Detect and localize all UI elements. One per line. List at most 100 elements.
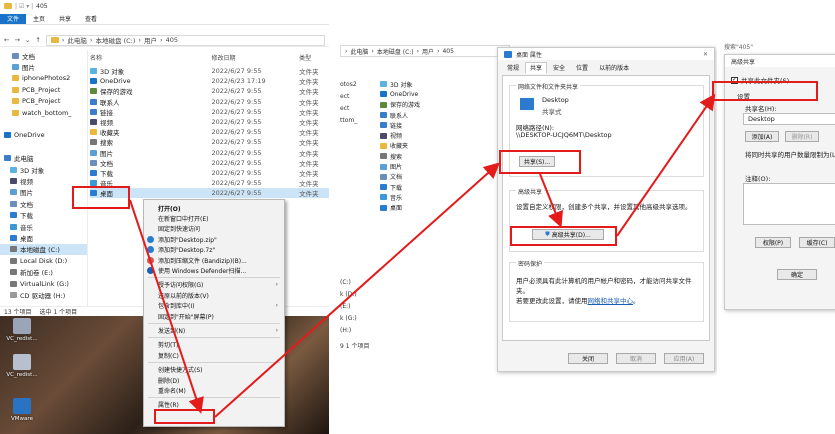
forward-arrow-icon[interactable]: → <box>14 36 19 44</box>
add-button[interactable]: 添加(A) <box>745 131 779 142</box>
up-arrow-icon[interactable]: ↑ <box>35 36 40 44</box>
file-row[interactable]: 3D 对象 <box>380 79 490 89</box>
breadcrumb-this-pc[interactable]: 此电脑 <box>67 35 87 45</box>
menu-item[interactable]: 固定到快速访问 <box>144 224 284 234</box>
cancel-button[interactable]: 取消 <box>616 353 656 364</box>
back-arrow-icon[interactable]: ← <box>4 36 9 44</box>
file-row[interactable]: 下载 2022/6/27 9:55 文件夹 <box>90 168 329 178</box>
sidebar-item[interactable]: 新加卷 (E:) <box>0 266 87 277</box>
recent-chevron-icon[interactable]: ⌄ <box>25 36 30 44</box>
share-name-field[interactable]: Desktop <box>743 113 835 125</box>
remove-button[interactable]: 删除(R) <box>785 131 819 142</box>
close-button[interactable]: 关闭 <box>568 353 608 364</box>
file-row[interactable]: 保存的游戏 <box>380 100 490 110</box>
tab-location[interactable]: 位置 <box>571 62 593 74</box>
menu-item[interactable]: 授予访问权限(G) › <box>144 280 284 290</box>
sidebar-item[interactable]: Local Disk (D:) <box>0 255 87 266</box>
search-box-fragment[interactable]: 搜索"405" <box>724 42 753 51</box>
permissions-button[interactable]: 权限(P) <box>755 237 791 248</box>
file-row[interactable]: 搜索 2022/6/27 9:55 文件夹 <box>90 137 329 147</box>
desktop-icon-vc-redist[interactable]: VC_redist... <box>2 318 42 342</box>
sidebar-item[interactable]: 图片 <box>0 61 87 72</box>
menu-item[interactable]: 删除(D) <box>144 375 284 385</box>
sidebar-item[interactable]: iphonePhotos2 <box>0 73 87 84</box>
menu-item[interactable]: 固定到"开始"屏幕(P) <box>144 311 284 321</box>
desktop-icon-vc-redist-2[interactable]: VC_redist... <box>2 354 42 378</box>
tab-sharing[interactable]: 共享 <box>525 62 548 74</box>
file-row[interactable]: 桌面 <box>380 203 490 213</box>
comments-field[interactable] <box>743 183 835 225</box>
ribbon-tab-share[interactable]: 共享 <box>52 14 78 24</box>
ok-button[interactable]: 确定 <box>777 269 817 280</box>
sidebar-item[interactable]: CD 驱动器 (H:) <box>0 289 87 300</box>
menu-item[interactable]: 重命名(M) <box>144 385 284 395</box>
menu-item[interactable]: 添加到"Desktop.zip" <box>144 234 284 244</box>
sidebar-item[interactable]: PCB_Project <box>0 96 87 107</box>
menu-item[interactable]: 使用 Windows Defender扫描... <box>144 265 284 275</box>
file-row[interactable]: 联系人 2022/6/27 9:55 文件夹 <box>90 97 329 107</box>
column-date[interactable]: 修改日期 <box>211 53 299 63</box>
sidebar-item[interactable]: 下载 <box>0 209 87 220</box>
file-row[interactable]: 3D 对象 2022/6/27 9:55 文件夹 <box>90 66 329 76</box>
ribbon-tab-home[interactable]: 主页 <box>26 14 52 24</box>
breadcrumb-this-pc[interactable]: 此电脑 <box>350 47 368 56</box>
column-name[interactable]: 名称 <box>90 53 211 63</box>
quick-access-toolbar-icon[interactable]: | ☑ ▾ | <box>15 3 33 10</box>
apply-button[interactable]: 应用(A) <box>664 353 704 364</box>
menu-item[interactable]: 打开(O) <box>144 203 284 213</box>
tab-previous-versions[interactable]: 以前的版本 <box>594 62 634 74</box>
address-bar[interactable]: › 此电脑 › 本地磁盘 (C:) › 用户 › 405 <box>45 34 325 46</box>
sidebar-item[interactable]: OneDrive <box>0 130 87 141</box>
file-row[interactable]: 保存的游戏 2022/6/27 9:55 文件夹 <box>90 86 329 96</box>
sidebar-item[interactable]: 桌面 <box>0 232 87 243</box>
tab-security[interactable]: 安全 <box>548 62 570 74</box>
file-row[interactable]: 收藏夹 <box>380 141 490 151</box>
file-row[interactable]: 联系人 <box>380 110 490 120</box>
caching-button[interactable]: 缓存(C) <box>799 237 835 248</box>
sidebar-item[interactable]: 视频 <box>0 175 87 186</box>
sidebar-item[interactable]: VirtualLink (G:) <box>0 278 87 289</box>
file-row[interactable]: 音乐 <box>380 192 490 202</box>
close-icon[interactable]: ✕ <box>703 51 708 58</box>
breadcrumb-c-drive[interactable]: 本地磁盘 (C:) <box>377 47 414 56</box>
sidebar-item[interactable]: 此电脑 <box>0 153 87 164</box>
sidebar-item[interactable]: 3D 对象 <box>0 164 87 175</box>
file-row[interactable]: 图片 2022/6/27 9:55 文件夹 <box>90 148 329 158</box>
file-row[interactable]: 视频 2022/6/27 9:55 文件夹 <box>90 117 329 127</box>
breadcrumb-users[interactable]: 用户 <box>422 47 434 56</box>
file-row[interactable]: 视频 <box>380 130 490 140</box>
menu-item[interactable]: 包含到库中(I) › <box>144 301 284 311</box>
file-row[interactable]: 文档 <box>380 172 490 182</box>
file-row[interactable]: 链接 2022/6/27 9:55 文件夹 <box>90 107 329 117</box>
menu-item[interactable]: 添加到"Desktop.7z" <box>144 245 284 255</box>
breadcrumb-405[interactable]: 405 <box>442 48 453 55</box>
breadcrumb-c-drive[interactable]: 本地磁盘 (C:) <box>96 35 136 45</box>
sidebar-item[interactable]: 文档 <box>0 50 87 61</box>
file-row[interactable]: 收藏夹 2022/6/27 9:55 文件夹 <box>90 127 329 137</box>
ribbon-tab-file[interactable]: 文件 <box>0 14 27 24</box>
menu-item[interactable]: 还原以前的版本(V) <box>144 290 284 300</box>
breadcrumb-users[interactable]: 用户 <box>144 35 157 45</box>
breadcrumb-405[interactable]: 405 <box>166 36 178 44</box>
file-row[interactable]: 文档 2022/6/27 9:55 文件夹 <box>90 158 329 168</box>
column-type[interactable]: 类型 <box>299 53 329 63</box>
menu-item[interactable]: 复制(C) <box>144 350 284 360</box>
file-row[interactable]: 链接 <box>380 120 490 130</box>
address-bar[interactable]: › 此电脑 › 本地磁盘 (C:) › 用户 › 405 <box>340 45 510 57</box>
file-row[interactable]: 搜索 <box>380 151 490 161</box>
file-row[interactable]: 图片 <box>380 161 490 171</box>
menu-item[interactable]: 在新窗口中打开(E) <box>144 213 284 223</box>
menu-item[interactable]: 创建快捷方式(S) <box>144 364 284 374</box>
sidebar-item[interactable]: 音乐 <box>0 221 87 232</box>
tab-general[interactable]: 常规 <box>502 62 524 74</box>
file-row[interactable]: OneDrive 2022/6/23 17:19 文件夹 <box>90 76 329 86</box>
sidebar-item[interactable]: 本地磁盘 (C:) <box>0 243 87 256</box>
menu-item[interactable]: 剪切(T) <box>144 340 284 350</box>
file-row[interactable]: OneDrive <box>380 89 490 99</box>
menu-item[interactable]: 发送到(N) › <box>144 325 284 335</box>
network-sharing-center-link[interactable]: 网络和共享中心 <box>588 297 634 305</box>
file-row[interactable]: 下载 <box>380 182 490 192</box>
sidebar-item[interactable]: PCB_Project <box>0 84 87 95</box>
ribbon-tab-view[interactable]: 查看 <box>78 14 104 24</box>
desktop-icon-vmware[interactable]: VMware <box>2 398 42 422</box>
